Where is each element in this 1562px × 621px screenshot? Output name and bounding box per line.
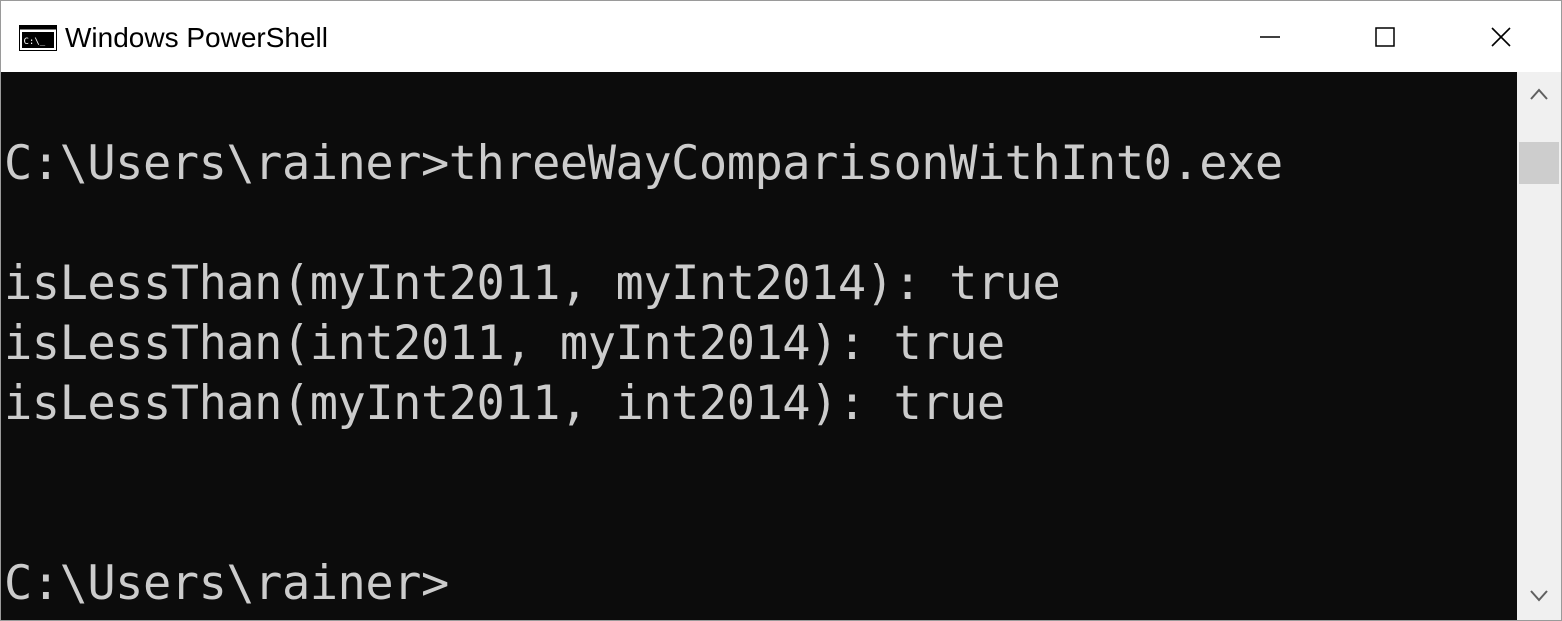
console-app-icon: C:\_ — [19, 25, 57, 51]
chevron-up-icon — [1530, 88, 1548, 100]
vertical-scrollbar[interactable] — [1517, 72, 1561, 620]
scroll-thumb[interactable] — [1519, 142, 1559, 184]
minimize-button[interactable] — [1213, 1, 1327, 72]
console-line-command: C:\Users\rainer>threeWayComparisonWithIn… — [4, 136, 1283, 191]
console-line-output-2: isLessThan(int2011, myInt2014): true — [4, 316, 1005, 371]
close-button[interactable] — [1444, 1, 1558, 72]
maximize-icon — [1375, 26, 1395, 47]
console-output[interactable]: C:\Users\rainer>threeWayComparisonWithIn… — [1, 72, 1517, 620]
powershell-window: C:\_ Windows PowerShell C:\Users\rainer>… — [0, 0, 1562, 621]
console-line-output-1: isLessThan(myInt2011, myInt2014): true — [4, 256, 1061, 311]
maximize-button[interactable] — [1328, 1, 1442, 72]
minimize-icon — [1260, 35, 1280, 38]
chevron-down-icon — [1530, 590, 1548, 602]
scroll-down-button[interactable] — [1517, 576, 1561, 616]
console-line-prompt: C:\Users\rainer> — [4, 556, 449, 611]
title-bar[interactable]: C:\_ Windows PowerShell — [1, 1, 1561, 72]
window-title: Windows PowerShell — [65, 22, 328, 53]
svg-text:C:\_: C:\_ — [24, 37, 46, 47]
console-line-output-3: isLessThan(myInt2011, int2014): true — [4, 376, 1005, 431]
close-icon — [1491, 26, 1511, 47]
scroll-up-button[interactable] — [1517, 74, 1561, 114]
